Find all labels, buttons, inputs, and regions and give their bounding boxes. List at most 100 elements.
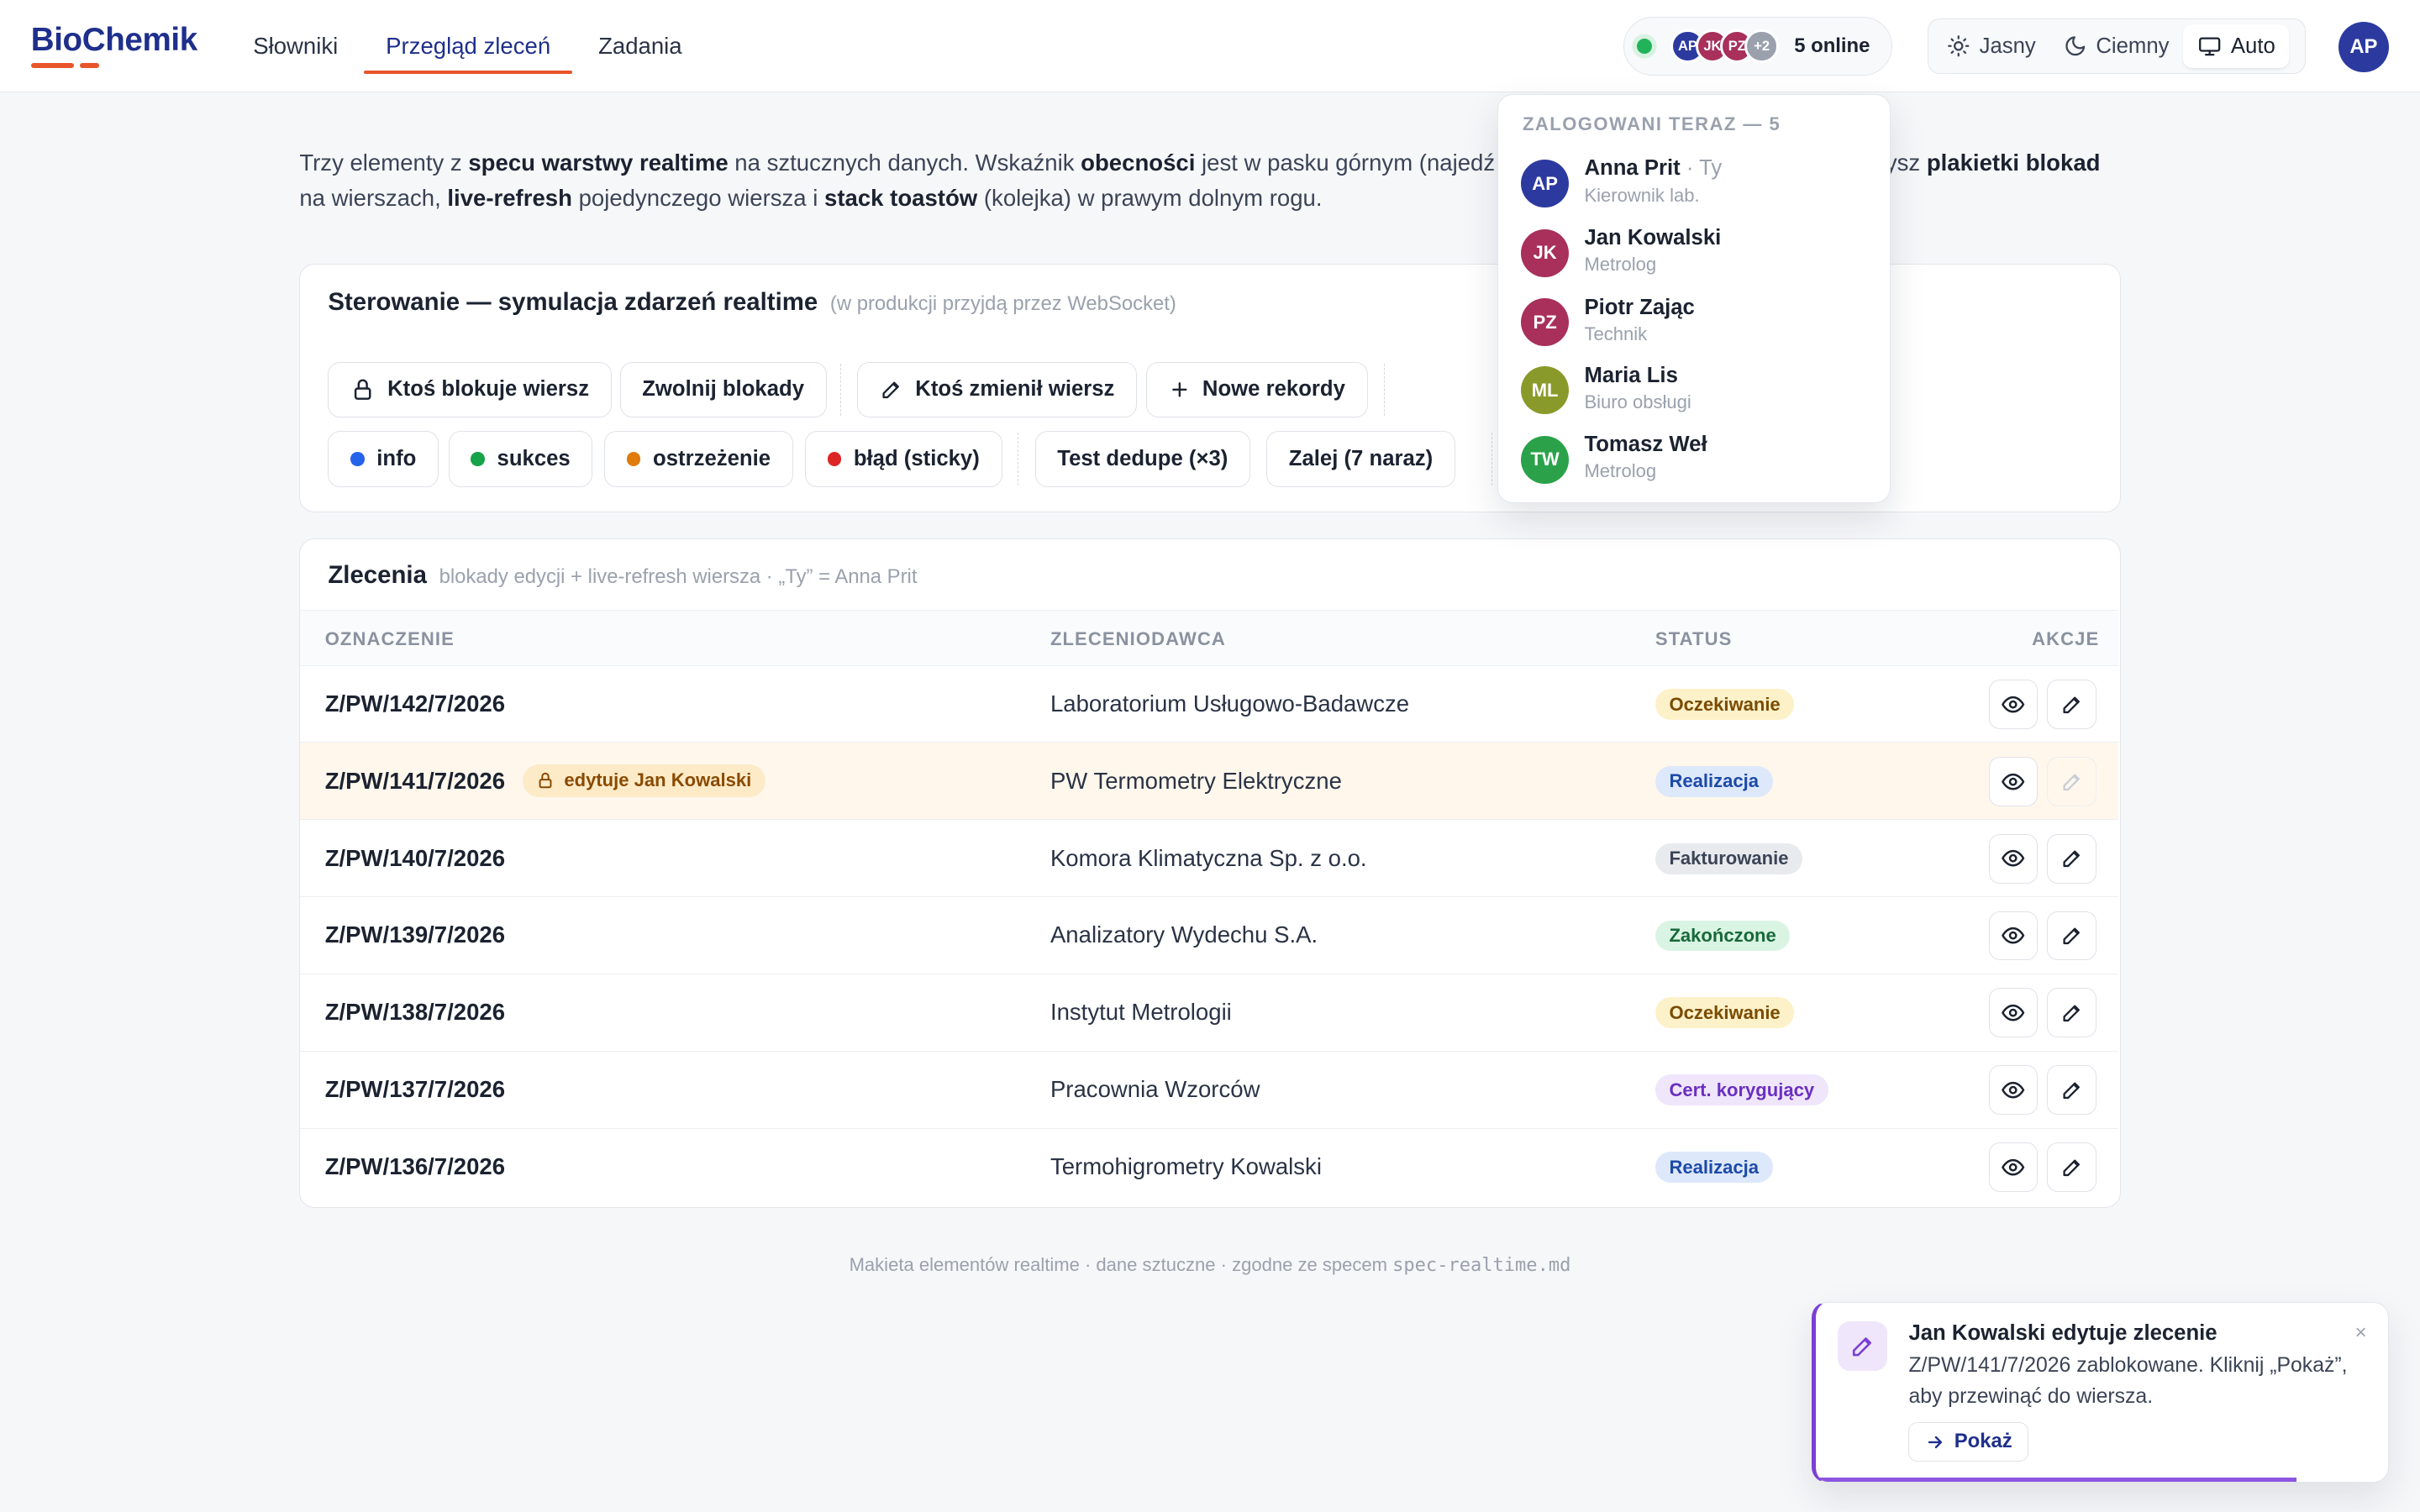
theme-light-button[interactable]: Jasny (1933, 24, 2050, 67)
table-row: Z/PW/136/7/2026 Termohigrometry Kowalski… (300, 1129, 2118, 1206)
view-button[interactable] (1988, 833, 2039, 884)
view-button[interactable] (1988, 680, 2039, 729)
avatar: JK (1521, 228, 1570, 277)
order-client: Analizatory Wydechu S.A. (1050, 921, 1318, 948)
toast-error-button[interactable]: błąd (sticky) (804, 431, 1002, 487)
table-row-locked: Z/PW/141/7/2026 edytuje Jan Kowalski PW … (300, 743, 2118, 821)
online-user-item[interactable]: TW Tomasz Weł Metrolog (1521, 430, 1876, 491)
controls-title: Sterowanie — symulacja zdarzeń realtime(… (328, 287, 1176, 316)
status-badge: Realizacja (1655, 1152, 1773, 1183)
online-user-item[interactable]: JK Jan Kowalski Metrolog (1521, 223, 1876, 284)
theme-auto-label: Auto (2230, 34, 2275, 58)
table-row: Z/PW/137/7/2026 Pracownia Wzorców Cert. … (300, 1052, 2118, 1129)
toast-notification: Jan Kowalski edytuje zlecenie Z/PW/141/7… (1812, 1302, 2390, 1483)
plus-icon (1171, 382, 1187, 397)
table-row: Z/PW/139/7/2026 Analizatory Wydechu S.A.… (300, 897, 2118, 974)
user-avatar[interactable]: AP (2338, 21, 2390, 73)
edit-button[interactable] (2047, 680, 2097, 729)
main-nav: Słowniki Przegląd zleceń Zadania (232, 0, 708, 92)
online-user-item[interactable]: AP Anna Prit · Ty Kierownik lab. (1521, 154, 1876, 215)
info-dot (350, 452, 365, 466)
edit-button[interactable] (2047, 988, 2097, 1038)
order-id[interactable]: Z/PW/138/7/2026 (325, 999, 505, 1026)
theme-auto-button[interactable]: Auto (2183, 24, 2290, 68)
edit-button[interactable] (2047, 833, 2097, 884)
close-icon[interactable]: × (2355, 1321, 2367, 1345)
avatar: AP (1521, 160, 1570, 208)
toast-info-button[interactable]: info (328, 431, 439, 487)
eye-icon (2002, 850, 2025, 867)
orders-title: Zlecenia blokady edycji + live-refresh wi… (328, 560, 918, 589)
view-button[interactable] (1988, 1065, 2039, 1116)
flood-button[interactable]: Zalej (7 naraz) (1266, 431, 1455, 487)
online-user-item[interactable]: PZ Piotr Zając Technik (1521, 292, 1876, 354)
toast-success-button[interactable]: sukces (448, 431, 593, 487)
order-client: Pracownia Wzorców (1050, 1076, 1260, 1103)
nav-item-przeglad-zlecen[interactable]: Przegląd zleceń (364, 0, 572, 92)
online-user-item[interactable]: ML Maria Lis Biuro obsługi (1521, 360, 1876, 422)
orders-subtitle: blokady edycji + live-refresh wiersza · … (439, 564, 918, 588)
dedupe-test-button[interactable]: Test dedupe (×3) (1034, 431, 1251, 487)
avatar-stack: AP JK PZ +2 (1670, 29, 1779, 64)
online-status-dot (1636, 38, 1653, 55)
presence-indicator[interactable]: AP JK PZ +2 5 online (1623, 17, 1892, 76)
table-row: Z/PW/138/7/2026 Instytut Metrologii Ocze… (300, 974, 2118, 1052)
view-button[interactable] (1988, 988, 2039, 1038)
view-button[interactable] (1988, 756, 2039, 806)
footer-note: Makieta elementów realtime · dane sztucz… (849, 1254, 1571, 1277)
edit-button[interactable] (2047, 911, 2097, 961)
order-id[interactable]: Z/PW/142/7/2026 (325, 690, 505, 717)
pencil-icon (2063, 850, 2081, 868)
view-button[interactable] (1988, 1142, 2039, 1192)
logo-underline (30, 63, 99, 69)
row-changed-button[interactable]: Ktoś zmienił wiersz (857, 361, 1138, 417)
status-badge: Fakturowanie (1655, 843, 1802, 874)
arrow-right-icon (1928, 1436, 1942, 1448)
avatar: TW (1521, 435, 1570, 484)
release-locks-button[interactable]: Zwolnij blokady (619, 361, 827, 417)
order-id[interactable]: Z/PW/139/7/2026 (325, 921, 505, 948)
theme-light-label: Jasny (1979, 34, 2036, 58)
status-badge: Realizacja (1655, 765, 1773, 797)
sun-icon (1948, 35, 1970, 57)
pencil-icon (2063, 696, 2081, 713)
order-client: Laboratorium Usługowo-Badawcze (1050, 690, 1410, 717)
new-records-button[interactable]: Nowe rekordy (1145, 361, 1368, 417)
pencil-icon (2063, 1159, 2081, 1176)
status-badge: Cert. korygujący (1655, 1074, 1828, 1106)
orders-card: Zlecenia blokady edycji + live-refresh wi… (299, 538, 2121, 1209)
toast-show-button[interactable]: Pokaż (1908, 1421, 2029, 1462)
order-client: PW Termometry Elektryczne (1050, 767, 1342, 794)
divider (1491, 433, 1492, 486)
pencil-icon (2063, 1082, 2081, 1100)
toast-icon (1837, 1321, 1887, 1371)
pencil-icon (2063, 927, 2081, 945)
order-id[interactable]: Z/PW/137/7/2026 (325, 1076, 505, 1103)
lock-row-button[interactable]: Ktoś blokuje wiersz (328, 361, 612, 417)
app-logo[interactable]: BioChemik (31, 22, 197, 59)
app-root: BioChemik Słowniki Przegląd zleceń Zadan… (0, 0, 2420, 1512)
toast-warning-button[interactable]: ostrzeżenie (604, 431, 793, 487)
column-header-status: STATUS (1655, 627, 1733, 649)
status-badge: Zakończone (1655, 920, 1791, 952)
nav-item-slowniki[interactable]: Słowniki (232, 0, 360, 92)
pencil-icon (882, 381, 900, 399)
eye-icon (2002, 927, 2025, 944)
edit-button[interactable] (2047, 1142, 2097, 1192)
theme-dark-label: Ciemny (2096, 34, 2170, 58)
nav-item-zadania[interactable]: Zadania (576, 0, 703, 92)
order-id[interactable]: Z/PW/136/7/2026 (325, 1153, 505, 1180)
divider (840, 363, 841, 417)
view-button[interactable] (1988, 911, 2039, 961)
table-row: Z/PW/142/7/2026 Laboratorium Usługowo-Ba… (300, 666, 2118, 743)
order-client: Instytut Metrologii (1050, 999, 1232, 1026)
monitor-icon (2198, 37, 2220, 56)
order-id[interactable]: Z/PW/140/7/2026 (325, 845, 505, 872)
theme-switcher: Jasny Ciemny Auto (1928, 18, 2307, 75)
order-client: Termohigrometry Kowalski (1050, 1152, 1322, 1179)
theme-dark-button[interactable]: Ciemny (2049, 24, 2183, 67)
order-id[interactable]: Z/PW/141/7/2026 (325, 768, 505, 795)
status-badge: Oczekiwanie (1655, 689, 1795, 720)
error-dot (827, 452, 842, 466)
edit-button[interactable] (2047, 1065, 2097, 1116)
